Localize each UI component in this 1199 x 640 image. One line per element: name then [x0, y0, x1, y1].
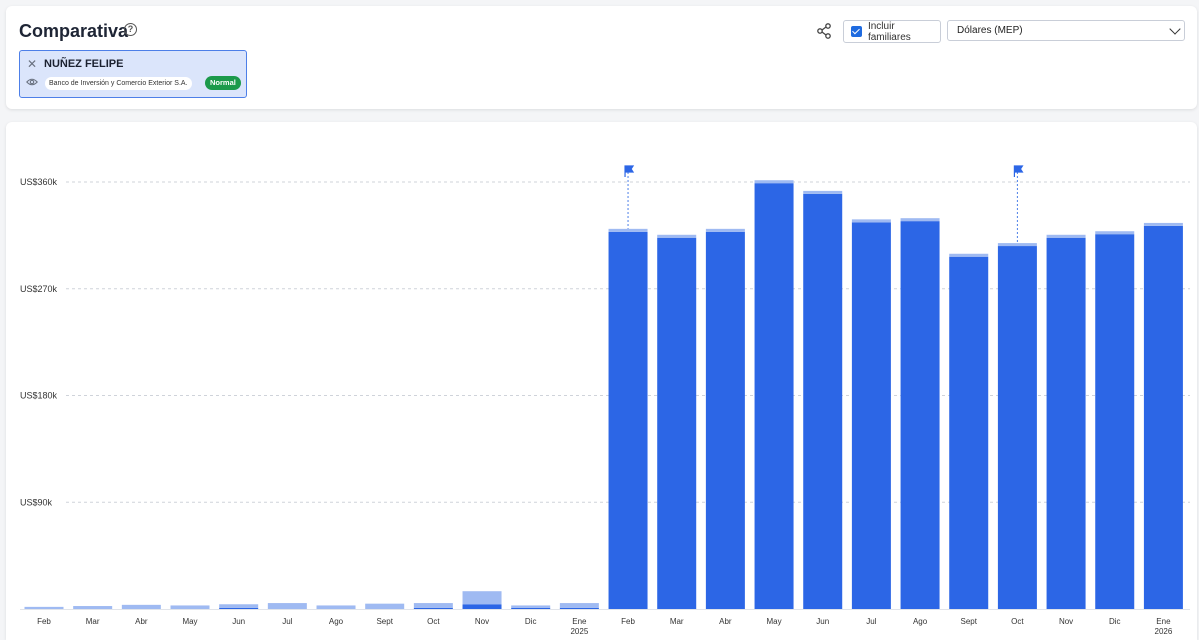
bar-segment-primary: [413, 607, 453, 609]
bar-segment-primary: [900, 221, 940, 609]
bar-segment-secondary: [705, 228, 745, 232]
bar-segment-secondary: [608, 228, 648, 232]
x-tick-label: Jun: [232, 617, 245, 626]
y-tick-label: US$90k: [20, 497, 53, 507]
person-name: NUÑEZ FELIPE: [44, 58, 124, 70]
y-tick-label: US$180k: [20, 391, 58, 401]
x-tick-label: Oct: [427, 617, 440, 626]
x-tick-label: Feb: [621, 617, 635, 626]
x-tick-label: Ago: [913, 617, 928, 626]
bar-segment-secondary: [559, 603, 599, 608]
x-tick-label: Jul: [866, 617, 876, 626]
bar-segment-secondary: [900, 218, 940, 222]
bar-segment-primary: [559, 607, 599, 609]
x-tick-label: Oct: [1011, 617, 1024, 626]
bar-segment-secondary: [24, 606, 64, 609]
page-title: Comparativa: [19, 21, 129, 41]
x-tick-label: Ene: [1156, 617, 1171, 626]
bar-segment-secondary: [657, 234, 697, 238]
x-tick-label: Abr: [719, 617, 732, 626]
currency-selected-value: Dólares (MEP): [957, 25, 1023, 36]
bar-segment-secondary: [316, 605, 356, 609]
bar-segment-primary: [949, 256, 989, 609]
x-tick-label: May: [766, 617, 781, 626]
x-tick-label: Jul: [282, 617, 292, 626]
bar-segment-secondary: [219, 604, 259, 608]
flag-icon: [624, 165, 635, 177]
bar-segment-secondary: [949, 253, 989, 257]
bar-segment-primary: [511, 607, 551, 609]
bar-segment-primary: [754, 183, 794, 610]
bar-segment-secondary: [511, 605, 551, 608]
bar-segment-primary: [1095, 234, 1135, 609]
bar-segment-primary: [1143, 225, 1183, 609]
chevron-down-icon: [1169, 22, 1181, 35]
x-tick-label: Mar: [86, 617, 100, 626]
x-tick-label: Jun: [816, 617, 829, 626]
bar-segment-secondary: [73, 606, 113, 609]
bar-segment-primary: [1046, 237, 1086, 609]
bar-chart: US$90k US$180k US$270k US$360k Feb Mar Abr May J…: [20, 165, 1190, 636]
bar-segment-secondary: [1095, 231, 1135, 235]
header-card: Comparativa ? Incluir familiares Dólares…: [6, 6, 1197, 109]
include-family-toggle[interactable]: Incluir familiares: [843, 20, 941, 43]
close-icon[interactable]: ✕: [27, 57, 37, 71]
bank-name-pill: Banco de Inversión y Comercio Exterior S…: [45, 77, 192, 90]
x-tick-label: Sept: [376, 617, 393, 626]
bar-segment-primary: [462, 604, 502, 609]
bar-segment-primary: [997, 246, 1037, 610]
question-circle-icon[interactable]: ?: [124, 23, 137, 36]
bar-segment-primary: [608, 231, 648, 610]
bar-segment-primary: [219, 607, 259, 609]
eye-icon[interactable]: [26, 77, 38, 87]
bar-segment-secondary: [121, 604, 161, 609]
x-tick-label: Ago: [329, 617, 344, 626]
include-family-checkbox[interactable]: [851, 26, 862, 37]
bar-segment-primary: [851, 222, 891, 610]
bar-segment-secondary: [754, 180, 794, 184]
x-tick-label: Abr: [135, 617, 148, 626]
currency-select[interactable]: Dólares (MEP): [947, 20, 1185, 41]
bar-segment-secondary: [462, 591, 502, 605]
bar-segment-primary: [705, 231, 745, 610]
x-tick-label: Dic: [525, 617, 537, 626]
bar-segment-secondary: [851, 219, 891, 223]
y-tick-label: US$360k: [20, 177, 58, 187]
include-family-label: Incluir familiares: [867, 20, 911, 43]
flag-icon: [1013, 165, 1024, 177]
y-tick-label: US$270k: [20, 284, 58, 294]
x-tick-label: Mar: [670, 617, 684, 626]
x-tick-label: Feb: [37, 617, 51, 626]
x-tick-label: Dic: [1109, 617, 1121, 626]
x-tick-label: Nov: [1059, 617, 1073, 626]
bar-segment-secondary: [365, 603, 405, 609]
chart-card: US$90k US$180k US$270k US$360k Feb Mar Abr May J…: [6, 122, 1197, 640]
x-tick-label: May: [182, 617, 197, 626]
bar-segment-secondary: [267, 603, 307, 609]
bar-segment-secondary: [413, 603, 453, 608]
x-tick-label: Nov: [475, 617, 489, 626]
bar-segment-secondary: [1046, 234, 1086, 238]
status-badge: Normal: [205, 76, 241, 90]
bar-segment-primary: [657, 237, 697, 609]
share-icon[interactable]: [817, 23, 831, 39]
x-tick-label: Ene: [572, 617, 587, 626]
person-card[interactable]: ✕ NUÑEZ FELIPE Banco de Inversión y Come…: [19, 50, 247, 98]
bar-segment-secondary: [997, 243, 1037, 247]
bar-segment-secondary: [170, 605, 210, 609]
bar-segment-secondary: [803, 190, 843, 194]
x-tick-year-label: 2025: [570, 627, 588, 636]
x-tick-year-label: 2026: [1155, 627, 1173, 636]
x-tick-label: Sept: [960, 617, 977, 626]
bar-segment-secondary: [1143, 222, 1183, 226]
bar-segment-primary: [803, 193, 843, 609]
